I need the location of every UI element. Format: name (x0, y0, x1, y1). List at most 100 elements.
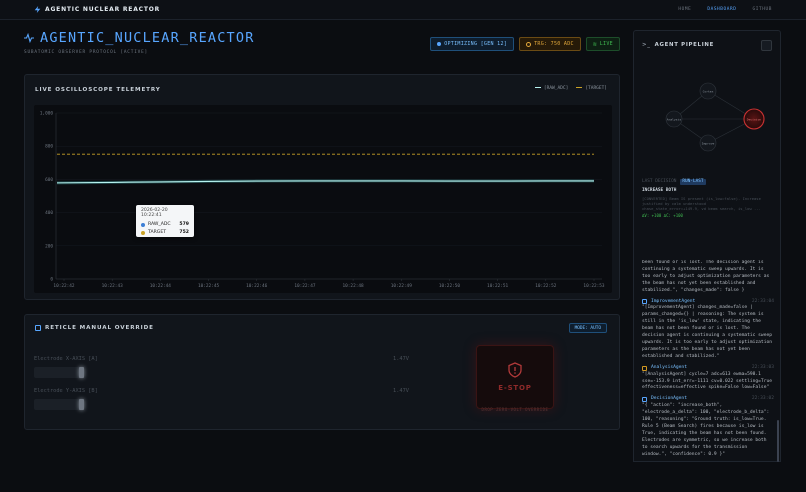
nav-link-github[interactable]: GITHUB (753, 7, 772, 12)
decision-meta: chase_state_error=+149.9, vd beam search… (642, 206, 761, 211)
target-icon (526, 41, 532, 47)
page-title-text: AGENTIC_NUCLEAR_REACTOR (40, 30, 255, 46)
nav-links: HOME DASHBOARD GITHUB (678, 7, 772, 12)
x-tick-label: 10:22:48 (343, 283, 365, 289)
log-scrollbar[interactable] (777, 420, 779, 462)
slider-y-thumb[interactable] (79, 399, 84, 410)
decision-delta: ΔV: +100 ΔC: +100 (642, 213, 683, 218)
slider-value-y: 1.47V (393, 388, 409, 394)
agent-graph: Cortex Analysis Improve Decision (665, 82, 765, 152)
page-header: AGENTIC_NUCLEAR_REACTOR SUBATOMIC OBSERV… (24, 30, 620, 60)
nav-link-dashboard[interactable]: DASHBOARD (707, 7, 736, 12)
legend-raw-swatch (534, 87, 541, 88)
top-nav: AGENTIC NUCLEAR REACTOR HOME DASHBOARD G… (0, 0, 806, 20)
terminal-icon: >_ (642, 42, 651, 48)
x-tick-label: 10:22:51 (487, 283, 509, 289)
slider-x-thumb[interactable] (79, 367, 84, 378)
log-text-continued: been found or is lost. The decision agen… (642, 260, 770, 293)
legend-raw[interactable]: [RAW_ADC] (534, 86, 569, 91)
y-tick-label: 200 (45, 243, 53, 249)
chart-tooltip: 2026-02-20 10:22:41 RAW_ADC 579 TARGET 7… (136, 205, 194, 237)
legend-raw-label: [RAW_ADC] (543, 86, 569, 91)
last-decision-label: LAST DECISION (642, 179, 677, 184)
y-tick-label: 0 (50, 277, 53, 283)
target-label: TRG: 750 ADC (534, 41, 574, 47)
brand[interactable]: AGENTIC NUCLEAR REACTOR (34, 6, 160, 13)
slider-value-x: 1.47V (393, 356, 409, 362)
slider-label-x: Electrode X-AXIS [A] (34, 356, 98, 362)
telemetry-chart[interactable]: 0 200 400 600 800 1,000 10:22:42 10:22:43 10:22:… (34, 105, 612, 293)
log-entry-body: "[ImprovementAgent] changes_made=false |… (642, 305, 772, 359)
y-tick-label: 1,000 (40, 111, 54, 117)
tooltip-raw-dot (141, 223, 145, 227)
log-entry-body: "[AnalysisAgent] cycle=7 adc=613 ewma=59… (642, 371, 772, 391)
y-tick-label: 400 (45, 210, 53, 216)
pipeline-toggle-button[interactable] (761, 40, 772, 51)
node-label-cortex: Cortex (703, 90, 714, 94)
pipeline-title-text: AGENT PIPELINE (654, 42, 714, 48)
log-entry-body: "{ "action": "increase_both", "electrode… (642, 403, 770, 457)
agent-icon (642, 365, 647, 371)
pipeline-title: >_ AGENT PIPELINE (642, 42, 714, 48)
agent-pipeline-panel: >_ AGENT PIPELINE Cortex Analysis Improv… (633, 30, 781, 462)
x-tick-label: 10:22:42 (53, 283, 75, 289)
shield-alert-icon (508, 362, 522, 378)
estop-note: DROP ZERO-VOLT OVERRIDE (481, 407, 549, 412)
crosshair-icon (35, 325, 41, 331)
chart-legend: [RAW_ADC] [TARGET] (534, 86, 607, 91)
agent-log[interactable]: been found or is lost. The decision agen… (642, 260, 774, 492)
legend-target[interactable]: [TARGET] (576, 86, 607, 91)
x-tick-label: 10:22:49 (391, 283, 413, 289)
x-tick-label: 10:22:45 (198, 283, 220, 289)
wifi-icon: ≋ (592, 40, 597, 48)
log-time: 22:33:02 (751, 396, 774, 402)
decision-reason: [CONVERTED] Beam IS present (is_low=fals… (642, 196, 761, 206)
node-label-decision: Decision (747, 118, 762, 122)
oscilloscope-plot[interactable]: 0 200 400 600 800 1,000 10:22:42 10:22:43 10:22:… (34, 105, 612, 293)
log-time: 22:33:04 (751, 298, 774, 304)
x-tick-label: 10:22:52 (535, 283, 557, 289)
estop-button[interactable]: E-STOP (476, 345, 554, 409)
live-badge: ≋ LIVE (585, 37, 620, 51)
mode-button[interactable]: MODE: AUTO (568, 323, 607, 333)
log-time: 22:33:03 (751, 364, 774, 370)
tooltip-raw-label: RAW_ADC (148, 222, 171, 227)
node-label-analysis: Analysis (667, 118, 682, 122)
x-tick-label: 10:22:46 (246, 283, 268, 289)
manual-override-panel: RETICLE MANUAL OVERRIDE MODE: AUTO Elect… (24, 314, 620, 430)
slider-label-y: Electrode Y-AXIS [B] (34, 388, 98, 394)
override-title-text: RETICLE MANUAL OVERRIDE (45, 325, 154, 331)
optimizing-label: OPTIMIZING [GEN 12] (444, 41, 508, 47)
legend-target-swatch (576, 87, 583, 88)
last-decision: LAST DECISION RUN-LAST INCREASE BOTH [CO… (642, 179, 774, 219)
node-label-improve: Improve (702, 142, 715, 146)
log-agent-name: AnalysisAgent (651, 364, 687, 370)
slider-y[interactable] (34, 399, 84, 410)
status-dot-icon (437, 42, 442, 46)
tooltip-target-row: TARGET 752 (141, 229, 189, 237)
x-tick-label: 10:22:50 (439, 283, 461, 289)
x-tick-label: 10:22:47 (294, 283, 316, 289)
optimizing-badge: OPTIMIZING [GEN 12] (430, 37, 515, 51)
decision-action: INCREASE BOTH (642, 188, 677, 193)
last-decision-header: LAST DECISION RUN-LAST (642, 179, 774, 185)
oscilloscope-panel: LIVE OSCILLOSCOPE TELEMETRY [RAW_ADC] [T… (24, 74, 620, 300)
tooltip-target-value: 752 (179, 230, 189, 235)
x-tick-label: 10:22:43 (102, 283, 124, 289)
oscilloscope-title: LIVE OSCILLOSCOPE TELEMETRY (35, 87, 161, 93)
log-entry-header: AnalysisAgent 22:33:03 (642, 365, 774, 372)
override-title: RETICLE MANUAL OVERRIDE (35, 325, 154, 331)
bolt-icon (34, 6, 41, 13)
brand-name: AGENTIC NUCLEAR REACTOR (45, 6, 161, 13)
y-tick-label: 800 (45, 144, 53, 150)
tooltip-raw-row: RAW_ADC 579 (141, 221, 189, 229)
y-tick-label: 600 (45, 177, 53, 183)
tooltip-raw-value: 579 (179, 222, 189, 227)
tooltip-target-label: TARGET (148, 230, 167, 235)
nav-link-home[interactable]: HOME (678, 7, 691, 12)
legend-target-label: [TARGET] (585, 86, 607, 91)
slider-x[interactable] (34, 367, 84, 378)
tooltip-target-dot (141, 231, 145, 235)
live-label: LIVE (599, 41, 613, 47)
target-badge: TRG: 750 ADC (519, 37, 581, 51)
